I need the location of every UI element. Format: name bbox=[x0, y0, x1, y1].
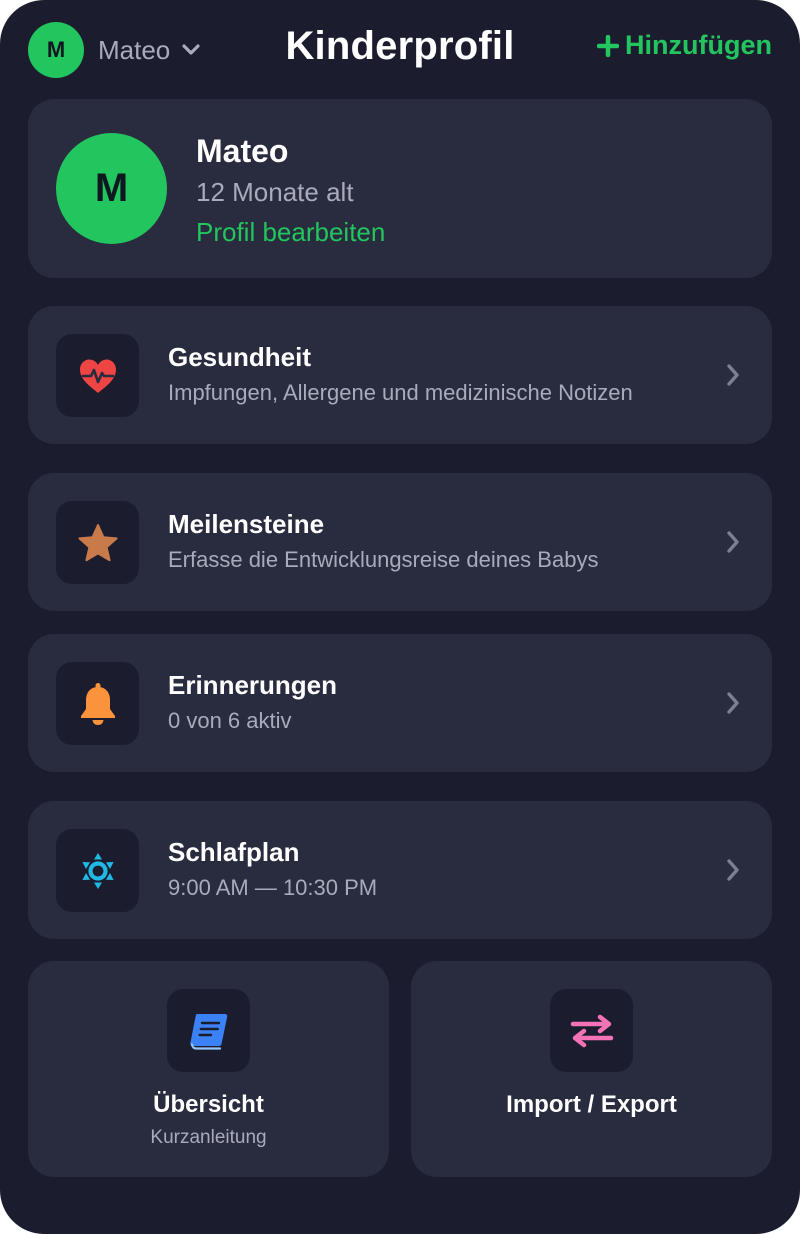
add-button-label: Hinzufügen bbox=[625, 30, 772, 60]
chevron-right-icon bbox=[720, 529, 746, 555]
chevron-right-icon bbox=[720, 362, 746, 388]
section-subtitle: 9:00 AM — 10:30 PM bbox=[168, 875, 378, 900]
star-icon bbox=[56, 501, 139, 584]
swap-arrows-icon bbox=[550, 989, 633, 1072]
section-title: Gesundheit bbox=[168, 342, 312, 372]
profile-card: M Mateo 12 Monate alt Profil bearbeiten bbox=[28, 99, 772, 278]
chevron-right-icon bbox=[720, 857, 746, 883]
overview-tile[interactable]: Übersicht Kurzanleitung bbox=[28, 961, 389, 1177]
avatar: M bbox=[56, 133, 167, 244]
section-title: Meilensteine bbox=[168, 509, 325, 539]
child-profile-screen: M Mateo Kinderprofil Hinzufügen M Mateo … bbox=[0, 0, 800, 1234]
section-title: Schlafplan bbox=[168, 837, 300, 867]
section-subtitle: Impfungen, Allergene und medizinische No… bbox=[168, 380, 633, 405]
heart-pulse-icon bbox=[56, 334, 139, 417]
book-icon bbox=[167, 989, 250, 1072]
chevron-right-icon bbox=[720, 690, 746, 716]
section-subtitle: Erfasse die Entwicklungsreise deines Bab… bbox=[168, 547, 599, 572]
header: M Mateo Kinderprofil Hinzufügen bbox=[0, 0, 800, 100]
section-health[interactable]: Gesundheit Impfungen, Allergene und medi… bbox=[28, 306, 772, 444]
section-subtitle: 0 von 6 aktiv bbox=[168, 708, 292, 733]
tile-title: Import / Export bbox=[506, 1091, 677, 1118]
bell-icon bbox=[56, 662, 139, 745]
section-milestones[interactable]: Meilensteine Erfasse die Entwicklungsrei… bbox=[28, 473, 772, 611]
section-sleep-schedule[interactable]: Schlafplan 9:00 AM — 10:30 PM bbox=[28, 801, 772, 939]
tile-title: Übersicht bbox=[153, 1091, 264, 1118]
child-name: Mateo bbox=[196, 133, 289, 169]
add-child-button[interactable]: Hinzufügen bbox=[597, 30, 772, 61]
edit-profile-link[interactable]: Profil bearbeiten bbox=[196, 217, 385, 248]
section-reminders[interactable]: Erinnerungen 0 von 6 aktiv bbox=[28, 634, 772, 772]
tile-subtitle: Kurzanleitung bbox=[150, 1127, 267, 1148]
plus-icon bbox=[597, 34, 620, 57]
child-age: 12 Monate alt bbox=[196, 177, 354, 207]
import-export-tile[interactable]: Import / Export bbox=[411, 961, 772, 1177]
sun-icon bbox=[56, 829, 139, 912]
section-title: Erinnerungen bbox=[168, 670, 338, 700]
